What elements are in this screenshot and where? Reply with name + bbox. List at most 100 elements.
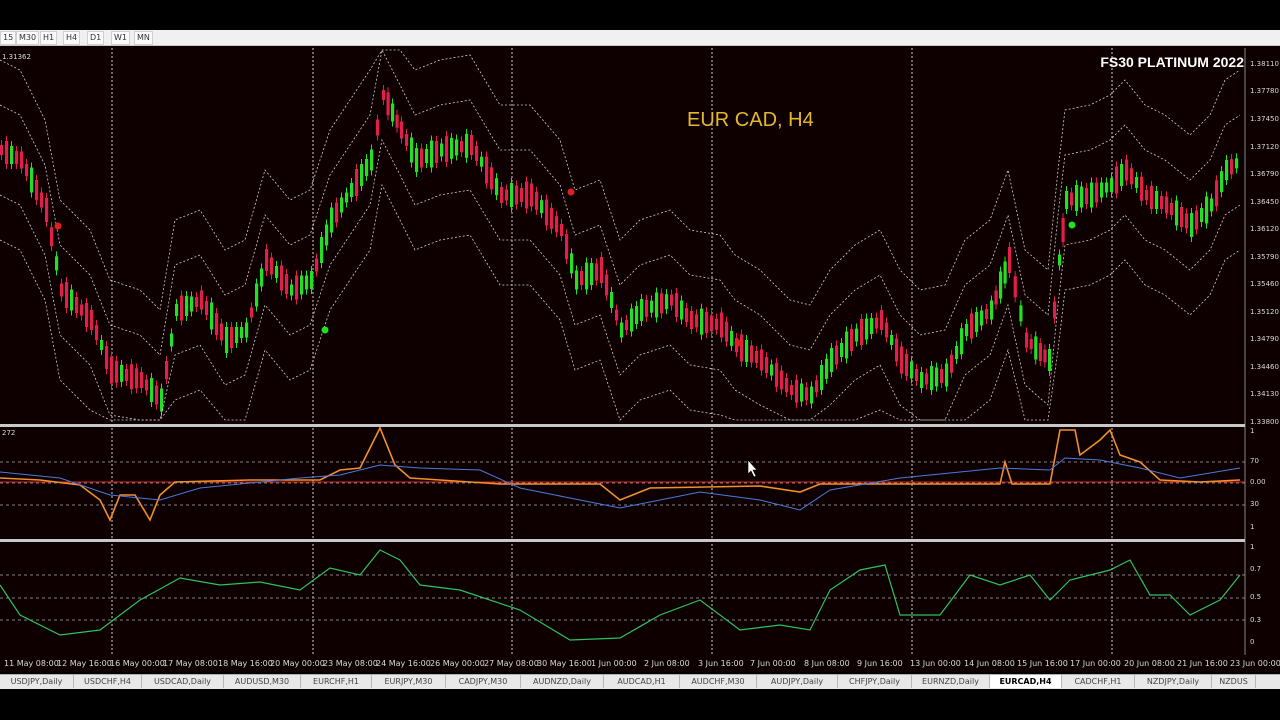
candle-body: [960, 328, 964, 355]
time-axis-label: 2 Jun 08:00: [644, 659, 690, 668]
price_scale-label: 1.35120: [1250, 308, 1279, 316]
candle-body: [1185, 213, 1189, 229]
candle-body: [750, 345, 754, 363]
candle-body: [1200, 208, 1204, 222]
candle-body: [165, 361, 169, 379]
candle-body: [565, 234, 569, 260]
symbol-tab[interactable]: USDJPY,Daily: [0, 675, 74, 688]
candle-body: [605, 274, 609, 296]
candle-body: [1195, 210, 1199, 230]
candle-body: [665, 294, 669, 310]
candle-body: [235, 327, 239, 343]
panel-separator[interactable]: [0, 539, 1245, 542]
candle-body: [370, 149, 374, 171]
price-chart[interactable]: [0, 0, 1280, 720]
candle-body: [994, 290, 998, 305]
candle-body: [515, 185, 519, 205]
panel-separator[interactable]: [0, 424, 1245, 427]
signal-dot: [321, 326, 329, 334]
candle-body: [800, 383, 804, 402]
symbol-tab[interactable]: NZDUS: [1212, 675, 1256, 688]
candle-body: [1053, 301, 1057, 319]
candle-body: [880, 310, 884, 330]
symbol-tab[interactable]: CADJPY,M30: [446, 675, 521, 688]
candle-body: [545, 199, 549, 226]
price_scale-label: 1.33800: [1250, 418, 1279, 426]
candle-body: [1003, 261, 1007, 284]
candle-body: [1019, 305, 1023, 322]
candle-body: [60, 283, 64, 297]
symbol-tab[interactable]: AUDNZD,Daily: [521, 675, 604, 688]
time-axis-label: 1 Jun 00:00: [591, 659, 637, 668]
candle-body: [220, 323, 224, 341]
time-axis-label: 17 Jun 00:00: [1070, 659, 1121, 668]
upper-band: [0, 49, 1241, 311]
candle-body: [340, 197, 344, 213]
candle-body: [382, 90, 386, 100]
candle-body: [710, 315, 714, 332]
time-axis-label: 13 Jun 00:00: [910, 659, 961, 668]
time-axis-label: 15 Jun 16:00: [1017, 659, 1068, 668]
candle-body: [310, 271, 314, 289]
candle-body: [580, 271, 584, 285]
symbol-tab[interactable]: AUDCAD,H1: [604, 675, 680, 688]
time-axis-label: 8 Jun 08:00: [804, 659, 850, 668]
candle-body: [445, 136, 449, 163]
price_scale-label: 1.34130: [1250, 390, 1279, 398]
candle-body: [780, 370, 784, 390]
price_scale-label: 1.35460: [1250, 280, 1279, 288]
candle-body: [260, 268, 264, 287]
symbol-tab[interactable]: CHFJPY,Daily: [838, 675, 912, 688]
candle-body: [915, 369, 919, 381]
candle-body: [795, 379, 799, 403]
candle-body: [290, 284, 294, 296]
candle-body: [175, 304, 179, 316]
symbol-tab[interactable]: CADCHF,H1: [1062, 675, 1135, 688]
candle-body: [890, 335, 894, 345]
candle-body: [1013, 276, 1017, 298]
ind2_scale-label: 0.3: [1250, 616, 1262, 624]
candle-body: [95, 325, 99, 340]
candle-body: [190, 296, 194, 312]
mouse-cursor-icon: [747, 459, 758, 478]
candle-body: [300, 275, 304, 295]
candle-body: [620, 322, 624, 338]
candle-body: [5, 141, 9, 164]
symbol-tab[interactable]: USDCAD,Daily: [142, 675, 224, 688]
symbol-tab[interactable]: AUDJPY,Daily: [757, 675, 838, 688]
candle-body: [870, 318, 874, 334]
candle-body: [770, 364, 774, 376]
time-axis-label: 20 May 00:00: [270, 659, 325, 668]
candle-body: [1225, 160, 1229, 180]
candle-body: [225, 327, 229, 353]
symbol-tab[interactable]: EURCAD,H4: [990, 675, 1062, 688]
candle-body: [985, 309, 989, 319]
candle-body: [20, 151, 24, 169]
symbol-tab[interactable]: AUDCHF,M30: [680, 675, 757, 688]
symbol-tab[interactable]: NZDJPY,Daily: [1135, 675, 1212, 688]
symbol-tab[interactable]: EURNZD,Daily: [912, 675, 990, 688]
candle-body: [285, 274, 289, 294]
time-axis-label: 23 May 08:00: [323, 659, 378, 668]
time-axis-label: 11 May 08:00: [4, 659, 59, 668]
time-axis-label: 9 Jun 16:00: [857, 659, 903, 668]
candle-body: [1160, 196, 1164, 209]
candle-body: [825, 358, 829, 379]
candle-body: [765, 357, 769, 373]
candle-body: [15, 151, 19, 164]
candle-body: [405, 134, 409, 146]
candle-body: [585, 262, 589, 290]
candle-body: [410, 137, 414, 163]
symbol-tab[interactable]: USDCHF,H4: [74, 675, 142, 688]
candle-body: [685, 308, 689, 322]
candle-body: [170, 333, 174, 347]
candle-body: [600, 257, 604, 283]
candle-body: [1043, 349, 1047, 363]
candle-body: [345, 192, 349, 203]
time-axis-label: 21 Jun 16:00: [1177, 659, 1228, 668]
symbol-tab[interactable]: EURCHF,H1: [301, 675, 372, 688]
symbol-tab[interactable]: EURJPY,M30: [372, 675, 446, 688]
symbol-tab[interactable]: AUDUSD,M30: [224, 675, 301, 688]
indicator-top-label: 272: [2, 429, 16, 437]
candle-body: [1100, 182, 1104, 198]
